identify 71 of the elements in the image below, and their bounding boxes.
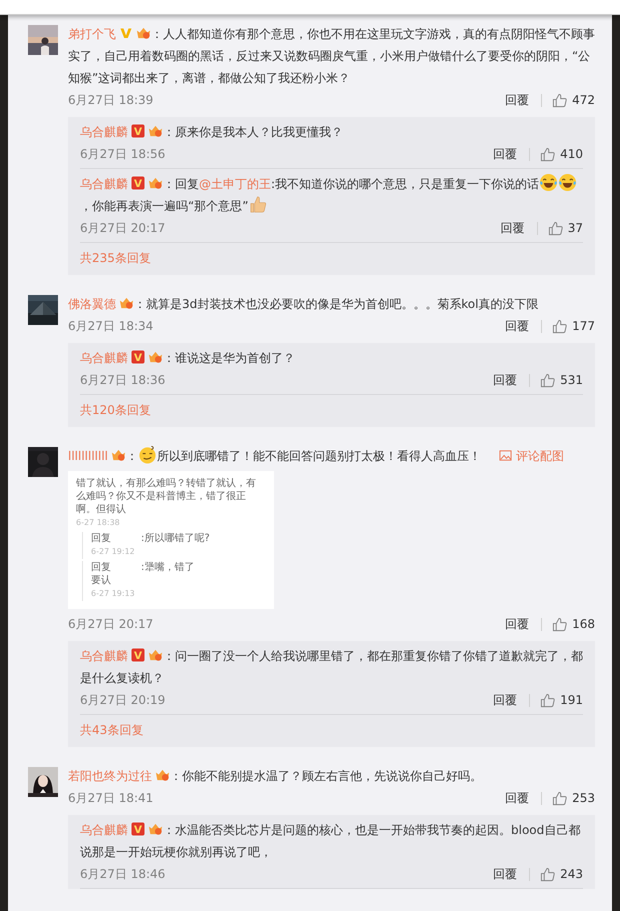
reply-link[interactable]: 回覆 — [505, 318, 530, 334]
comment-text: 乌合麒麟 ：水温能否类比芯片是问题的核心，也是一开始带我节奏的起因。blood自己都说那是一开始玩梗你就别再说了吧， — [80, 820, 582, 861]
reply-link[interactable]: 回覆 — [505, 92, 530, 108]
comment-text: 弟打个飞 ：人人都知道你有那个意思，你也不用在这里玩文字游戏，真的有点阴阳怪气不顾事实了，自己用着数码圈的黑话，反过来又说数码圈戾气重，小米用户做错什么了要受你的阴阳，“公知猴”这词都出来了，离谱，都做公知了我还粉小米？ — [68, 24, 595, 87]
thumbs-up-icon — [540, 372, 556, 388]
thumbs-up-icon — [552, 318, 568, 334]
timestamp: 6月27日 18:46 — [80, 866, 166, 882]
screenshot-text: 回复 — [91, 533, 111, 544]
laughing-emoji-icon — [558, 173, 578, 192]
comment-text: 乌合麒麟 ：问一圈了没一个人给我说哪里错了，都在那重复你错了你错了道歉就完了，都是什么复读机？ — [80, 646, 583, 687]
thumbs-up-emoji-icon — [248, 195, 268, 214]
screenshot-timestamp: 6-27 19:12 — [91, 546, 136, 558]
image-attachment[interactable]: 错了就认，有那么难吗？转错了就认，有 么难吗？你又不是科普博主，错了很正 啊。但得认 6-27 18:38 回复 :所以哪错了呢? 6-27 19:12 回复 :犟嘴，错了 要认 6-27 19:13 — [68, 471, 274, 609]
like-button[interactable]: 37 — [548, 220, 583, 236]
timestamp: 6月27日 20:17 — [80, 220, 166, 236]
crown-icon — [148, 647, 163, 662]
like-button[interactable]: 191 — [540, 692, 583, 708]
comment-text: llllllllllll ： 所以到底哪错了！能不能回答问题别打太极！看得人高血压！ 评论配图 — [68, 445, 595, 467]
timestamp: 6月27日 20:19 — [80, 692, 166, 708]
thumbs-up-icon — [540, 146, 556, 162]
crown-icon — [148, 175, 163, 190]
thumbs-up-icon — [540, 866, 556, 882]
thumbs-up-icon — [552, 616, 568, 632]
reply-link[interactable]: 回覆 — [493, 866, 518, 882]
screenshot-text: 回复 — [91, 562, 111, 573]
reply-link[interactable]: 回覆 — [500, 220, 525, 236]
reply-link[interactable]: 回覆 — [505, 790, 530, 806]
crown-icon — [155, 767, 170, 782]
reply-link[interactable]: 回覆 — [505, 616, 530, 632]
laughing-emoji-icon — [539, 173, 558, 192]
crown-icon — [136, 25, 151, 40]
screenshot-timestamp: 6-27 19:13 — [91, 588, 136, 600]
crown-icon — [119, 295, 134, 310]
crown-icon — [148, 349, 163, 364]
thumbs-up-icon — [540, 692, 556, 708]
screenshot-text: 错了就认，有那么难吗？转错了就认，有 — [76, 477, 257, 490]
like-button[interactable]: 177 — [552, 318, 595, 334]
comment-text: 若阳也终为过往 ：你能不能别提水温了？顾左右言他，先说说你自己好吗。 — [68, 766, 483, 785]
screenshot-text: :犟嘴，错了 — [141, 562, 194, 573]
thumbs-up-icon — [552, 92, 568, 108]
timestamp: 6月27日 18:34 — [68, 318, 154, 334]
crown-icon — [148, 123, 163, 138]
reply-link[interactable]: 回覆 — [493, 692, 518, 708]
screenshot-text: 啊。但得认 — [76, 503, 127, 516]
comment-text: 乌合麒麟 ：原来你是我本人？比我更懂我？ — [80, 122, 344, 141]
comment-text: 乌合麒麟 ：谁说这是华为首创了？ — [80, 348, 296, 367]
comment-text: 佛洛翼德 ：就算是3d封装技术也没必要吹的像是华为首创吧。。。菊系kol真的没下限 — [68, 294, 540, 313]
picture-icon — [499, 449, 512, 462]
screenshot-timestamp: 6-27 18:38 — [76, 517, 121, 529]
smirking-emoji-icon — [138, 445, 158, 464]
timestamp: 6月27日 20:17 — [68, 616, 154, 632]
screenshot-text: 么难吗？你又不是科普博主，错了很正 — [76, 490, 247, 503]
like-button[interactable]: 472 — [552, 92, 595, 108]
timestamp: 6月27日 18:36 — [80, 372, 166, 388]
timestamp: 6月27日 18:39 — [68, 92, 154, 108]
thumbs-up-icon — [552, 790, 568, 806]
like-button[interactable]: 531 — [540, 372, 583, 388]
reply-link[interactable]: 回覆 — [493, 372, 518, 388]
screenshot-text: :所以哪错了呢? — [141, 533, 210, 544]
screenshot-text: 要认 — [91, 575, 111, 586]
like-button[interactable]: 253 — [552, 790, 595, 806]
like-button[interactable]: 243 — [540, 866, 583, 882]
comment-text: 乌合麒麟 ：回复@土申丁的王:我不知道你说的哪个意思，只是重复一下你说的话 ，你能再表演一遍吗“那个意思” — [80, 173, 583, 217]
crown-icon — [111, 447, 126, 462]
reply-link[interactable]: 回覆 — [493, 146, 518, 162]
thumbs-up-icon — [548, 220, 563, 236]
like-button[interactable]: 168 — [552, 616, 595, 632]
timestamp: 6月27日 18:41 — [68, 790, 154, 806]
timestamp: 6月27日 18:56 — [80, 146, 166, 162]
like-button[interactable]: 410 — [540, 146, 583, 162]
crown-icon — [148, 821, 163, 836]
